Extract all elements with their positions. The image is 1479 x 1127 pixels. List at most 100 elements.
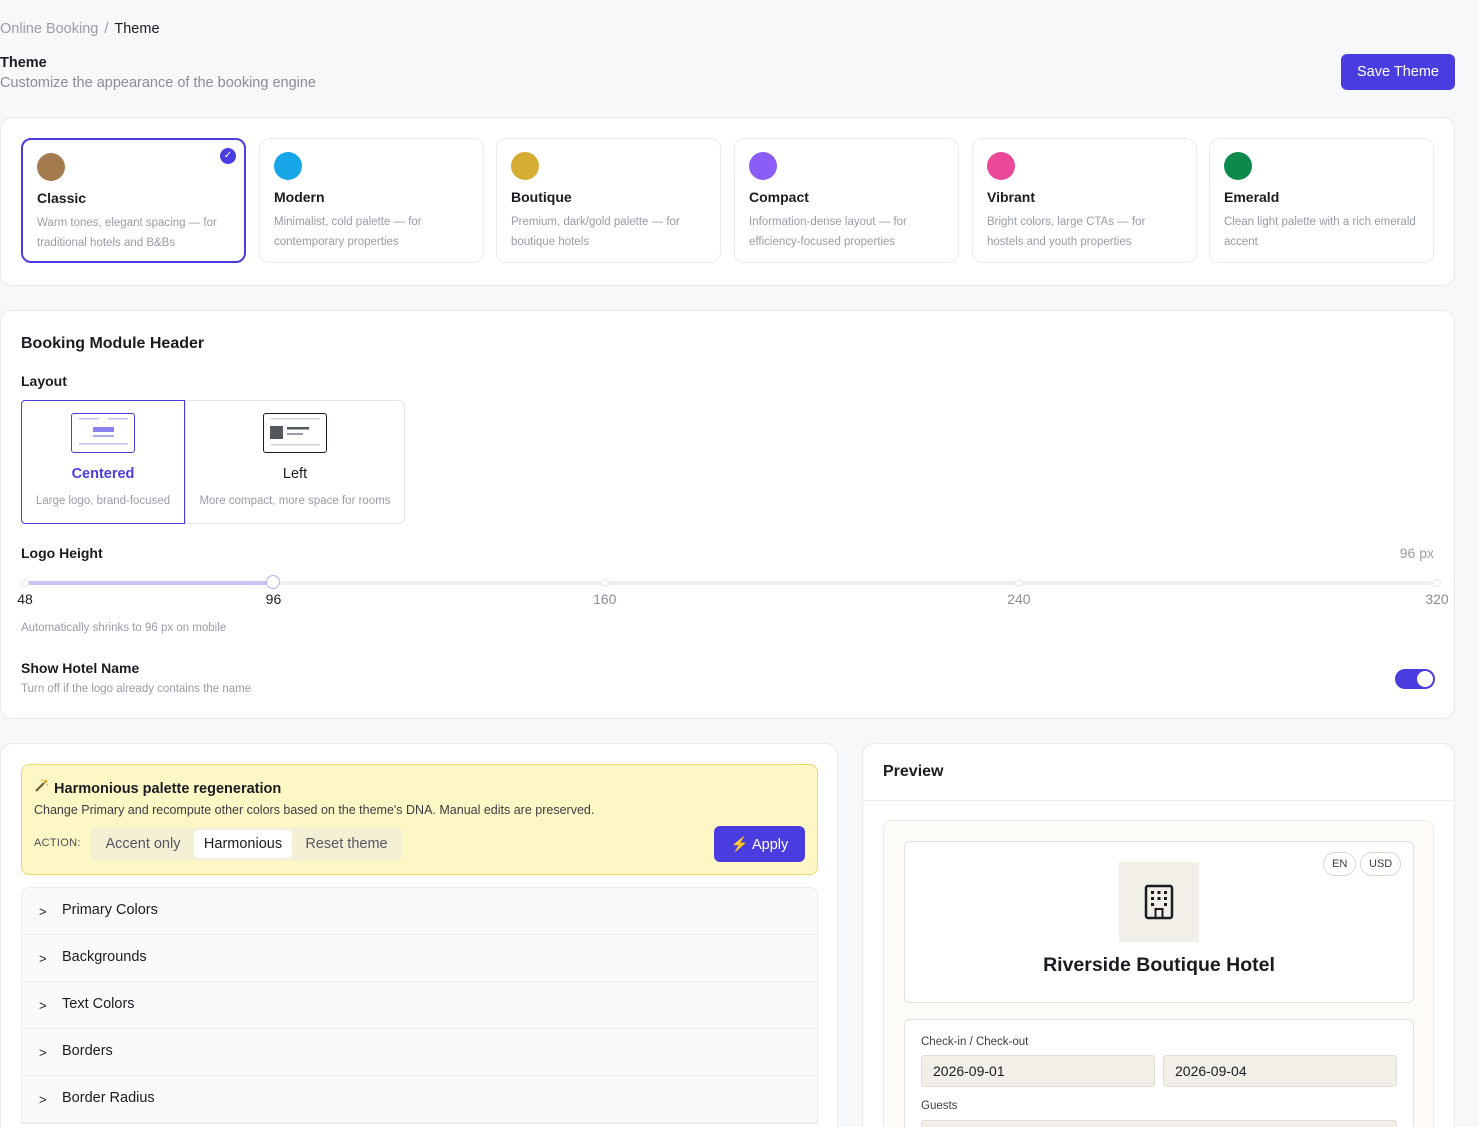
layout-label: Layout [21,373,67,389]
colors-editor-panel: Harmonious palette regeneration Change P… [0,743,838,1127]
logo-height-value: 96 px [1399,545,1434,561]
building-icon [1143,884,1175,925]
theme-name: Boutique [511,189,572,205]
layout-name: Centered [71,466,135,482]
preview-title: Preview [883,763,944,780]
harmony-description: Change Primary and recompute other color… [34,803,595,817]
action-segmented-control: Accent only Harmonious Reset theme [91,827,402,861]
currency-pill[interactable]: USD [1360,852,1402,876]
page-title: Theme [0,55,47,71]
slider-tick-label: 320 [1425,591,1449,607]
booking-module-header-panel: Booking Module Header Layout Centered La… [0,310,1455,719]
theme-color-dot [1224,152,1252,180]
layout-description: Large logo, brand-focused [35,495,171,507]
guests-field[interactable] [921,1120,1397,1127]
color-sections-accordion: > Primary Colors > Backgrounds > Text Co… [21,887,818,1124]
accordion-border-radius[interactable]: > Border Radius [22,1076,817,1123]
action-accent-only[interactable]: Accent only [94,830,192,858]
logo-height-note: Automatically shrinks to 96 px on mobile [21,622,227,634]
theme-description: Premium, dark/gold palette — for boutiqu… [511,216,680,248]
layout-centered-icon [71,413,135,453]
guests-label: Guests [921,1100,958,1112]
slider-tick-dot [21,579,29,587]
logo-height-slider-track[interactable] [25,581,1433,585]
preview-panel: Preview EN USD Riverside Boutique Hotel [862,743,1455,1127]
breadcrumb-parent-link[interactable]: Online Booking [0,21,98,37]
accordion-label: Primary Colors [62,902,158,918]
slider-tick-dot [1433,579,1441,587]
accordion-text-colors[interactable]: > Text Colors [22,982,817,1029]
section-title: Booking Module Header [21,335,205,352]
hotel-name: Riverside Boutique Hotel [1043,954,1275,976]
theme-card-emerald[interactable]: Emerald Clean light palette with a rich … [1209,138,1434,263]
toggle-knob [1417,671,1433,687]
apply-button[interactable]: ⚡ Apply [714,826,805,862]
show-hotel-name-label: Show Hotel Name [21,660,140,676]
theme-name: Modern [274,189,325,205]
chevron-right-icon: > [39,951,47,966]
dates-label: Check-in / Check-out [921,1036,1029,1048]
breadcrumb-separator: / [104,21,109,37]
magic-wand-icon [34,779,50,797]
breadcrumb: Online Booking / Theme [0,21,160,37]
preview-booking-form: Check-in / Check-out 2026-09-01 2026-09-… [904,1019,1414,1127]
breadcrumb-current: Theme [114,21,160,37]
action-reset-theme[interactable]: Reset theme [294,830,399,858]
accordion-primary-colors[interactable]: > Primary Colors [22,888,817,935]
theme-card-vibrant[interactable]: Vibrant Bright colors, large CTAs — for … [972,138,1197,263]
logo-height-label: Logo Height [21,545,103,561]
slider-tick-dot [1014,579,1023,587]
theme-card-classic[interactable]: Classic Warm tones, elegant spacing — fo… [21,138,246,263]
theme-name: Classic [37,190,87,206]
lightning-icon: ⚡ [730,836,749,853]
slider-tick-label: 48 [17,591,33,607]
chevron-right-icon: > [39,998,47,1013]
theme-color-dot [274,152,302,180]
checkout-date-field[interactable]: 2026-09-04 [1163,1055,1397,1087]
theme-description: Bright colors, large CTAs — for hostels … [987,216,1146,248]
theme-presets-panel: Classic Warm tones, elegant spacing — fo… [0,117,1455,286]
preview-frame: EN USD Riverside Boutique Hotel Check-in… [883,820,1434,1127]
theme-card-modern[interactable]: Modern Minimalist, cold palette — for co… [259,138,484,263]
theme-description: Clean light palette with a rich emerald … [1224,216,1416,248]
theme-color-dot [511,152,539,180]
layout-left-icon [263,413,327,453]
theme-card-compact[interactable]: Compact Information-dense layout — for e… [734,138,959,263]
show-hotel-name-description: Turn off if the logo already contains th… [21,683,252,695]
checkin-date-field[interactable]: 2026-09-01 [921,1055,1155,1087]
theme-name: Emerald [1224,189,1280,205]
logo-height-slider-thumb[interactable] [266,575,281,589]
layout-option-left[interactable]: Left More compact, more space for rooms [185,400,405,524]
chevron-right-icon: > [39,1092,47,1107]
accordion-label: Borders [62,1043,113,1059]
theme-name: Vibrant [987,189,1035,205]
theme-card-boutique[interactable]: Boutique Premium, dark/gold palette — fo… [496,138,721,263]
theme-color-dot [749,152,777,180]
selected-check-icon: ✓ [220,148,236,164]
slider-tick-label: 96 [265,591,282,607]
action-harmonious[interactable]: Harmonious [194,830,292,858]
accordion-borders[interactable]: > Borders [22,1029,817,1076]
harmony-regeneration-box: Harmonious palette regeneration Change P… [21,764,818,875]
page-subtitle: Customize the appearance of the booking … [0,75,316,91]
slider-tick-dot [600,579,609,587]
action-label: ACTION: [34,837,81,849]
layout-option-centered[interactable]: Centered Large logo, brand-focused [21,400,185,524]
accordion-label: Text Colors [62,996,135,1012]
chevron-right-icon: > [39,904,47,919]
chevron-right-icon: > [39,1045,47,1060]
preview-hotel-header: EN USD Riverside Boutique Hotel [904,841,1414,1003]
layout-name: Left [282,466,308,482]
hotel-logo-placeholder [1119,862,1199,942]
divider [863,800,1454,801]
language-pill[interactable]: EN [1323,852,1357,876]
theme-color-dot [37,153,65,181]
harmony-title-text: Harmonious palette regeneration [54,781,282,797]
layout-description: More compact, more space for rooms [199,495,391,507]
slider-tick-label: 240 [1007,591,1031,607]
accordion-backgrounds[interactable]: > Backgrounds [22,935,817,982]
theme-name: Compact [749,189,809,205]
accordion-label: Border Radius [62,1090,155,1106]
save-theme-button[interactable]: Save Theme [1341,54,1455,90]
show-hotel-name-toggle[interactable] [1395,669,1435,689]
